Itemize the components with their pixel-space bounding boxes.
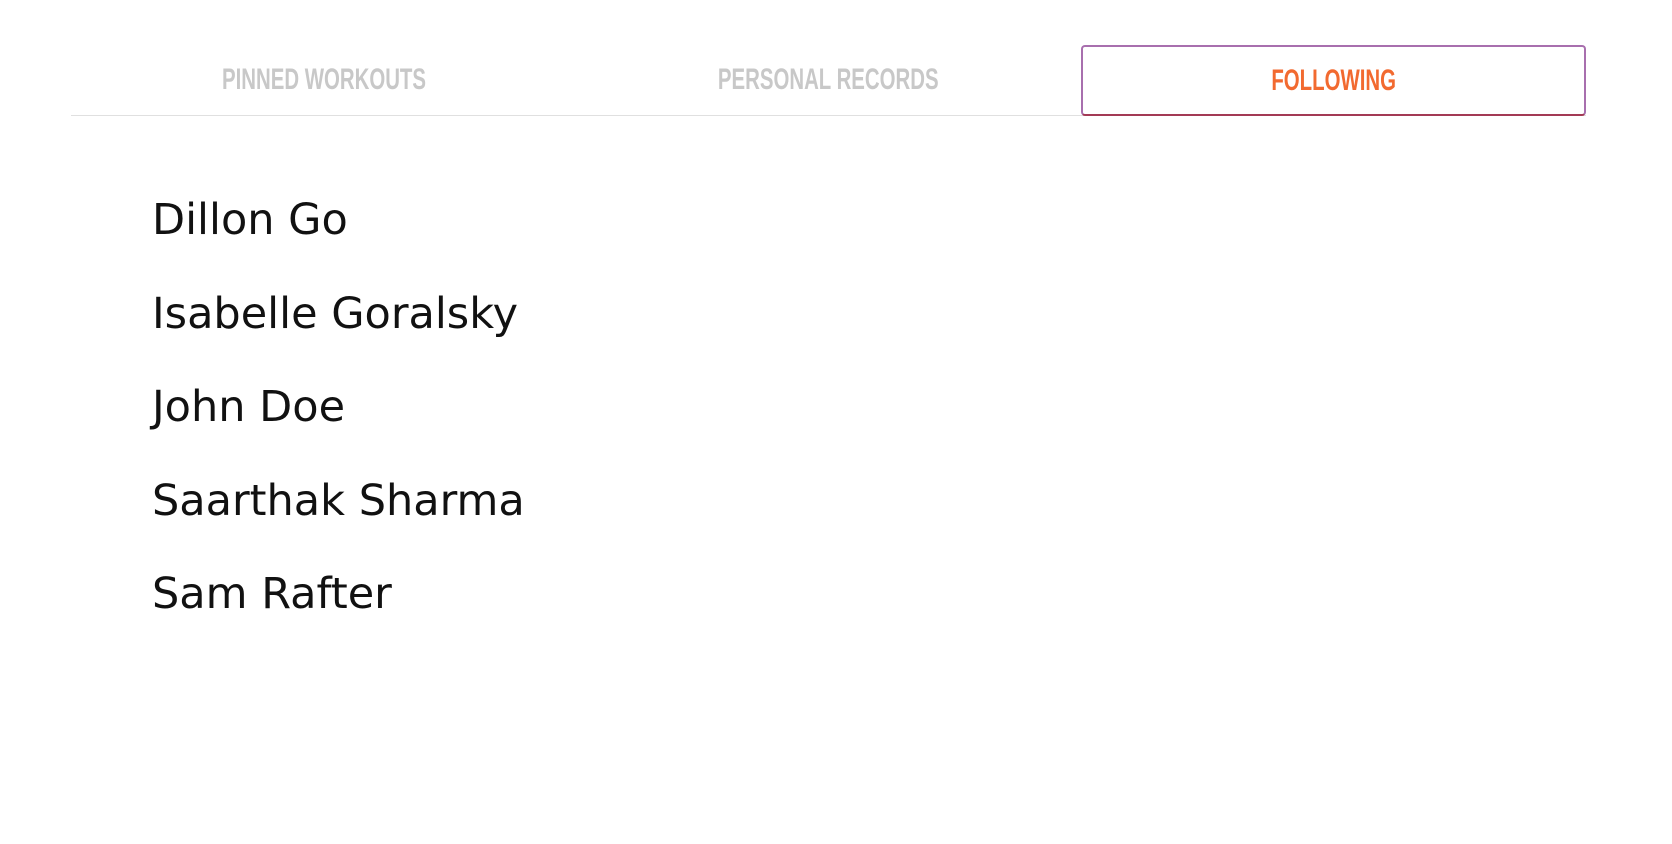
following-list: Dillon Go Isabelle Goralsky John Doe Saa… [152, 190, 525, 658]
list-item[interactable]: Saarthak Sharma [152, 471, 525, 565]
list-item[interactable]: John Doe [152, 377, 525, 471]
tab-personal-records[interactable]: PERSONAL RECORDS [576, 45, 1081, 115]
tab-pinned-workouts[interactable]: PINNED WORKOUTS [71, 45, 576, 115]
tab-following[interactable]: FOLLOWING [1081, 45, 1586, 116]
list-item[interactable]: Isabelle Goralsky [152, 284, 525, 378]
tab-bar: PINNED WORKOUTS PERSONAL RECORDS FOLLOWI… [71, 45, 1586, 116]
tab-label: PINNED WORKOUTS [221, 63, 426, 96]
list-item[interactable]: Dillon Go [152, 190, 525, 284]
tab-label: FOLLOWING [1271, 63, 1396, 97]
tab-label: PERSONAL RECORDS [718, 63, 939, 96]
list-item[interactable]: Sam Rafter [152, 564, 525, 658]
